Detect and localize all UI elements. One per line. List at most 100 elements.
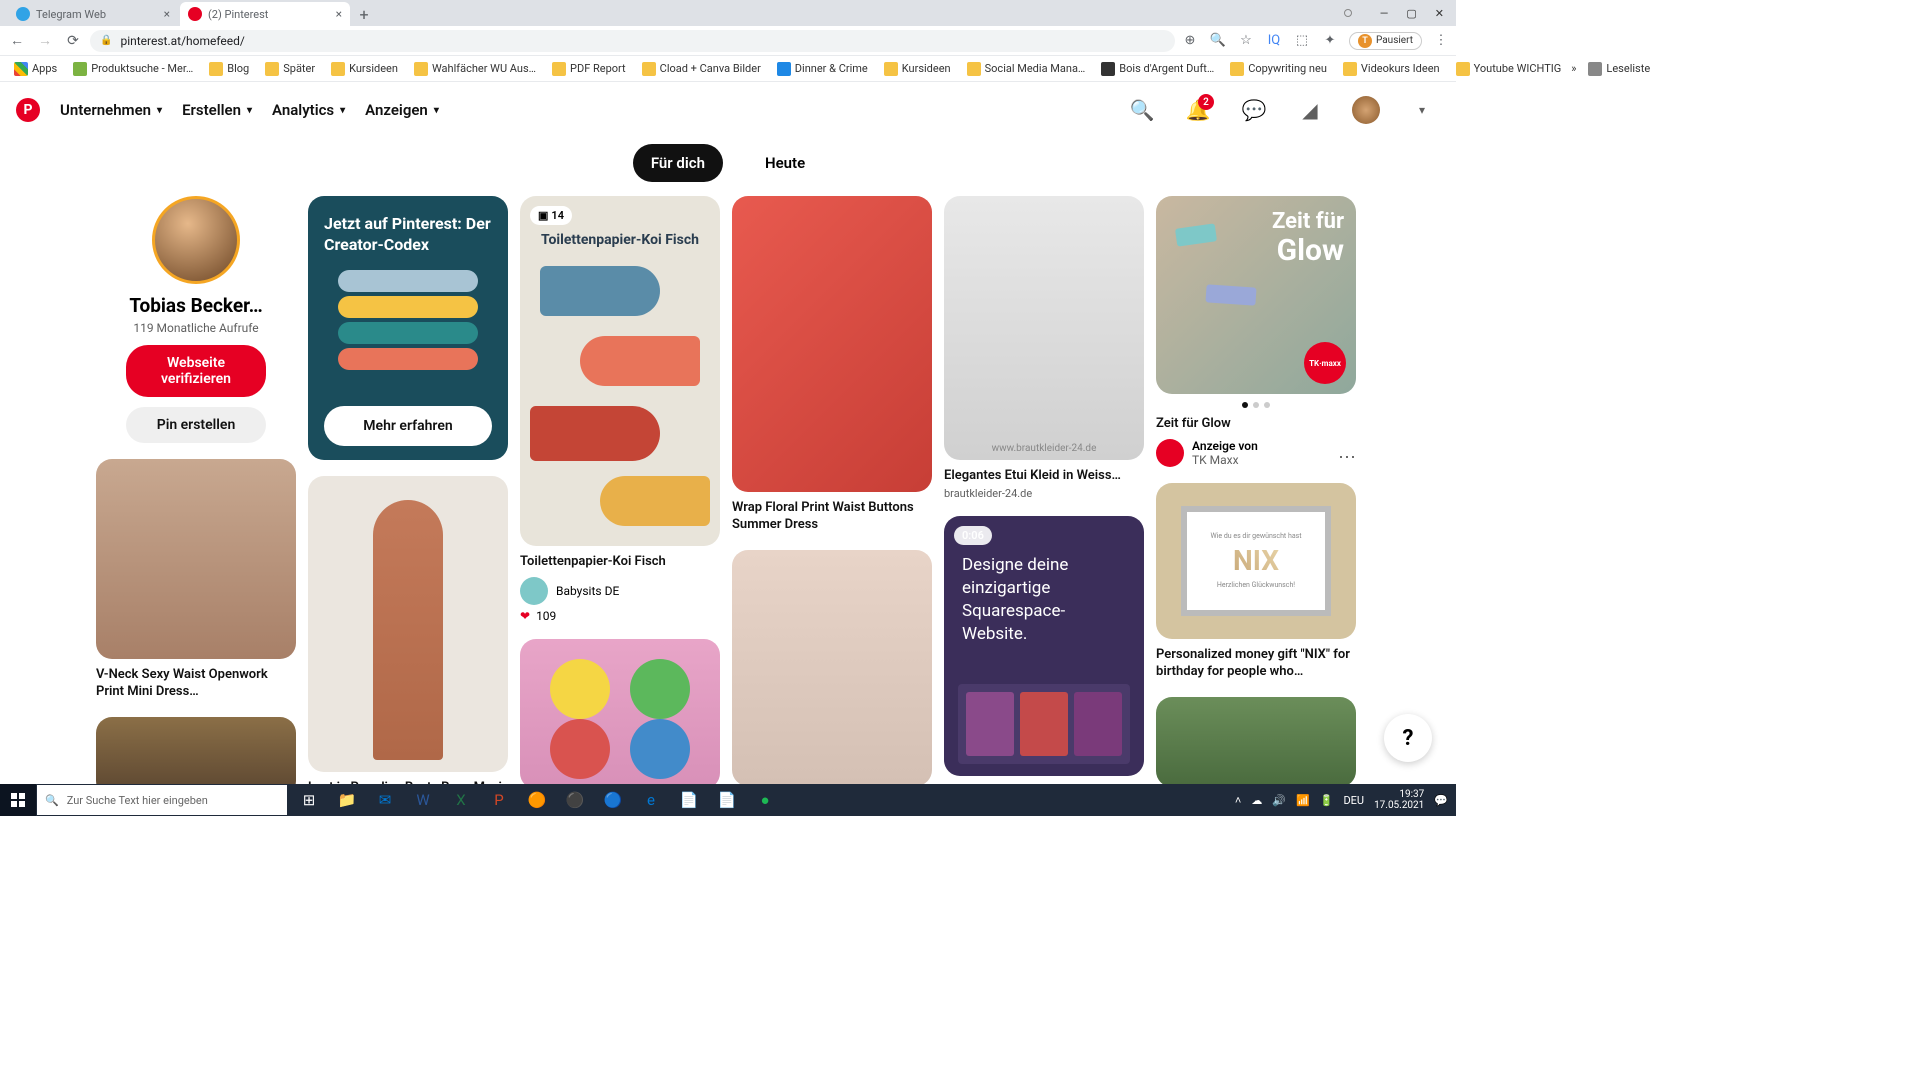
extensions-icon[interactable]: ✦ <box>1321 32 1339 50</box>
feed-tabs: Für dich Heute <box>0 138 1456 196</box>
bookmark-item[interactable]: Dinner & Crime <box>771 59 874 79</box>
profile-indicator-icon[interactable] <box>1344 9 1352 17</box>
account-menu-icon[interactable]: ▾ <box>1404 92 1440 128</box>
pin-image: Wie du es dir gewünscht hast NIX Herzlic… <box>1156 483 1356 639</box>
tab-pinterest[interactable]: (2) Pinterest × <box>180 2 350 26</box>
bookmark-item[interactable]: Produktsuche - Mer… <box>67 59 199 79</box>
bookmark-item[interactable]: Wahlfächer WU Aus… <box>408 59 542 79</box>
pin-card[interactable]: Wrap Floral Print Waist Buttons Summer D… <box>732 196 932 534</box>
app-icon[interactable]: 🟠 <box>519 784 555 816</box>
close-window-icon[interactable]: ✕ <box>1435 7 1444 20</box>
profile-chip[interactable]: T Pausiert <box>1349 32 1422 50</box>
bookmarks-overflow-icon[interactable]: » <box>1571 62 1576 75</box>
pin-title: V-Neck Sexy Waist Openwork Print Mini Dr… <box>96 667 296 701</box>
tab-fuer-dich[interactable]: Für dich <box>633 144 723 182</box>
mail-icon[interactable]: ✉ <box>367 784 403 816</box>
profile-avatar[interactable] <box>1348 92 1384 128</box>
bookmark-item[interactable]: Copywriting neu <box>1224 59 1333 79</box>
task-view-icon[interactable]: ⊞ <box>291 784 327 816</box>
messages-icon[interactable]: 💬 <box>1236 92 1272 128</box>
close-icon[interactable]: × <box>336 7 342 21</box>
pin-card[interactable]: Wie du es dir gewünscht hast NIX Herzlic… <box>1156 483 1356 681</box>
obs-icon[interactable]: ⚫ <box>557 784 593 816</box>
excel-icon[interactable]: X <box>443 784 479 816</box>
pin-card[interactable]: www.brautkleider-24.de Elegantes Etui Kl… <box>944 196 1144 500</box>
extension-icon[interactable]: ⬚ <box>1293 32 1311 50</box>
pin-author[interactable]: Babysits DE <box>520 577 720 605</box>
nav-analytics[interactable]: Analytics▾ <box>272 101 345 119</box>
bookmark-item[interactable]: Youtube WICHTIG <box>1450 59 1568 79</box>
menu-icon[interactable]: ⋮ <box>1432 32 1450 50</box>
profile-avatar-large[interactable] <box>152 196 240 284</box>
back-icon[interactable]: ← <box>6 30 28 52</box>
extension-icon[interactable]: IQ <box>1265 32 1283 50</box>
taskbar-clock[interactable]: 19:37 17.05.2021 <box>1374 789 1424 811</box>
pin-card[interactable]: Lost in Paradise Rusty Rose Maxi <box>308 476 508 797</box>
bookmark-item[interactable]: Später <box>259 59 321 79</box>
volume-icon[interactable]: 🔊 <box>1272 794 1286 807</box>
verify-website-button[interactable]: Webseite verifizieren <box>126 345 266 397</box>
bookmark-item[interactable]: Blog <box>203 59 255 79</box>
maximize-icon[interactable]: ▢ <box>1406 7 1416 20</box>
pin-card[interactable]: V-Neck Sexy Waist Openwork Print Mini Dr… <box>96 459 296 701</box>
notifications-icon[interactable]: 💬 <box>1434 794 1448 807</box>
wifi-icon[interactable]: 📶 <box>1296 794 1310 807</box>
onedrive-icon[interactable]: ☁ <box>1251 794 1262 807</box>
minimize-icon[interactable]: — <box>1380 7 1389 20</box>
help-button[interactable]: ? <box>1384 714 1432 762</box>
start-button[interactable] <box>0 784 36 816</box>
url-input[interactable]: 🔒 pinterest.at/homefeed/ <box>90 30 1175 52</box>
bookmark-item[interactable]: Social Media Mana… <box>961 59 1092 79</box>
pinterest-logo-icon[interactable]: P <box>16 98 40 122</box>
notepad-icon[interactable]: 📄 <box>671 784 707 816</box>
powerpoint-icon[interactable]: P <box>481 784 517 816</box>
bookmark-item[interactable]: Videokurs Ideen <box>1337 59 1446 79</box>
bookmark-item[interactable]: Cload + Canva Bilder <box>636 59 767 79</box>
bookmark-item[interactable]: Kursideen <box>878 59 957 79</box>
bookmark-item[interactable]: PDF Report <box>546 59 632 79</box>
pin-card[interactable] <box>1156 697 1356 787</box>
spotify-icon[interactable]: ● <box>747 784 783 816</box>
tab-telegram[interactable]: Telegram Web × <box>8 2 178 26</box>
close-icon[interactable]: × <box>164 7 170 21</box>
reload-icon[interactable]: ⟳ <box>62 30 84 52</box>
pin-card[interactable] <box>520 639 720 789</box>
creator-codex-card[interactable]: Jetzt auf Pinterest: Der Creator-Codex M… <box>308 196 508 460</box>
zoom-icon[interactable]: 🔍 <box>1209 32 1227 50</box>
bookmark-item[interactable]: Kursideen <box>325 59 404 79</box>
taskbar-search[interactable]: 🔍 Zur Suche Text hier eingeben <box>37 785 287 815</box>
explorer-icon[interactable]: 📁 <box>329 784 365 816</box>
pin-card[interactable]: ▣14 Toilettenpapier-Koi Fisch Toilettenp… <box>520 196 720 623</box>
folder-icon <box>73 62 87 76</box>
pin-title: Toilettenpapier-Koi Fisch <box>520 554 720 571</box>
new-tab-button[interactable]: + <box>352 2 376 26</box>
install-icon[interactable]: ⊕ <box>1181 32 1199 50</box>
language-indicator[interactable]: DEU <box>1343 794 1364 807</box>
more-icon[interactable]: ⋯ <box>1338 447 1356 468</box>
pin-image: 0:06 Designe deine einzigartige Squaresp… <box>944 516 1144 776</box>
word-icon[interactable]: W <box>405 784 441 816</box>
nav-anzeigen[interactable]: Anzeigen▾ <box>365 101 439 119</box>
star-icon[interactable]: ☆ <box>1237 32 1255 50</box>
edge-icon[interactable]: e <box>633 784 669 816</box>
nav-erstellen[interactable]: Erstellen▾ <box>182 101 252 119</box>
pin-card[interactable] <box>732 550 932 786</box>
create-pin-button[interactable]: Pin erstellen <box>126 407 266 443</box>
notifications-icon[interactable]: 🔔2 <box>1180 92 1216 128</box>
notepad-icon[interactable]: 📄 <box>709 784 745 816</box>
nav-unternehmen[interactable]: Unternehmen▾ <box>60 101 162 119</box>
tray-expand-icon[interactable]: ˄ <box>1235 794 1241 807</box>
clock-time: 19:37 <box>1374 789 1424 800</box>
tab-heute[interactable]: Heute <box>747 144 823 182</box>
learn-more-button[interactable]: Mehr erfahren <box>324 406 492 446</box>
pin-card[interactable]: 0:06 Designe deine einzigartige Squaresp… <box>944 516 1144 776</box>
folder-icon <box>331 62 345 76</box>
search-icon[interactable]: 🔍 <box>1124 92 1160 128</box>
reading-list[interactable]: Leseliste <box>1582 59 1656 79</box>
chrome-icon[interactable]: 🔵 <box>595 784 631 816</box>
apps-bookmark[interactable]: Apps <box>8 59 63 79</box>
bookmark-item[interactable]: Bois d'Argent Duft… <box>1095 59 1220 79</box>
updates-icon[interactable]: ◢ <box>1292 92 1328 128</box>
battery-icon[interactable]: 🔋 <box>1320 794 1334 807</box>
pin-card[interactable]: Zeit für Glow TK·maxx Zeit für Glow Anze… <box>1156 196 1356 467</box>
